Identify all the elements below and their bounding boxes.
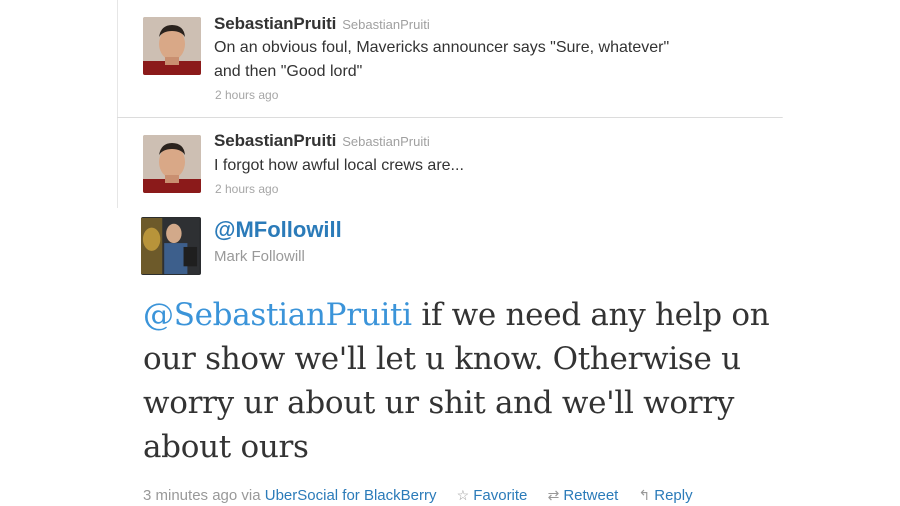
tweet-username[interactable]: SebastianPruiti SebastianPruiti bbox=[214, 14, 430, 34]
tweet-username[interactable]: SebastianPruiti SebastianPruiti bbox=[214, 131, 430, 151]
tweet-text-line: On an obvious foul, Mavericks announcer … bbox=[214, 39, 670, 56]
author-handle[interactable]: @MFollowill bbox=[214, 217, 342, 243]
author-full-name[interactable]: Mark Followill bbox=[214, 248, 305, 265]
tweet-text-line: and then "Good lord" bbox=[214, 63, 363, 80]
tweet-body: @SebastianPruiti if we need any help on … bbox=[143, 293, 823, 469]
avatar[interactable] bbox=[143, 135, 201, 193]
star-icon: ☆ bbox=[456, 487, 470, 503]
username-label[interactable]: SebastianPruiti bbox=[214, 14, 336, 33]
tweet-text: On an obvious foul, Mavericks announcer … bbox=[214, 36, 754, 84]
mention-link[interactable]: @SebastianPruiti bbox=[143, 297, 412, 333]
reply-arrow-icon: ↰ bbox=[638, 487, 651, 503]
tweet-text: I forgot how awful local crews are... bbox=[214, 157, 464, 174]
tweet-timestamp[interactable]: 2 hours ago bbox=[215, 88, 278, 102]
client-link[interactable]: UberSocial for BlackBerry bbox=[265, 487, 437, 504]
tweet-meta: 3 minutes ago via UberSocial for BlackBe… bbox=[143, 487, 693, 504]
reply-button[interactable]: ↰ Reply bbox=[639, 487, 693, 504]
retweet-button[interactable]: ⇄ Retweet bbox=[548, 487, 619, 504]
tweet-divider bbox=[117, 117, 782, 118]
avatar[interactable] bbox=[143, 17, 201, 75]
screen-name[interactable]: SebastianPruiti bbox=[342, 134, 429, 149]
tweet-timestamp[interactable]: 3 minutes ago via bbox=[143, 487, 261, 504]
favorite-label: Favorite bbox=[473, 487, 528, 504]
favorite-button[interactable]: ☆ Favorite bbox=[457, 487, 528, 504]
tweet-screenshot: SebastianPruiti SebastianPruiti On an obv… bbox=[0, 0, 900, 506]
retweet-icon: ⇄ bbox=[547, 487, 560, 503]
screen-name[interactable]: SebastianPruiti bbox=[342, 17, 429, 32]
avatar[interactable] bbox=[141, 217, 201, 275]
username-label[interactable]: SebastianPruiti bbox=[214, 131, 336, 150]
retweet-label: Retweet bbox=[563, 487, 619, 504]
reply-label: Reply bbox=[654, 487, 693, 504]
tweet-timestamp[interactable]: 2 hours ago bbox=[215, 182, 278, 196]
